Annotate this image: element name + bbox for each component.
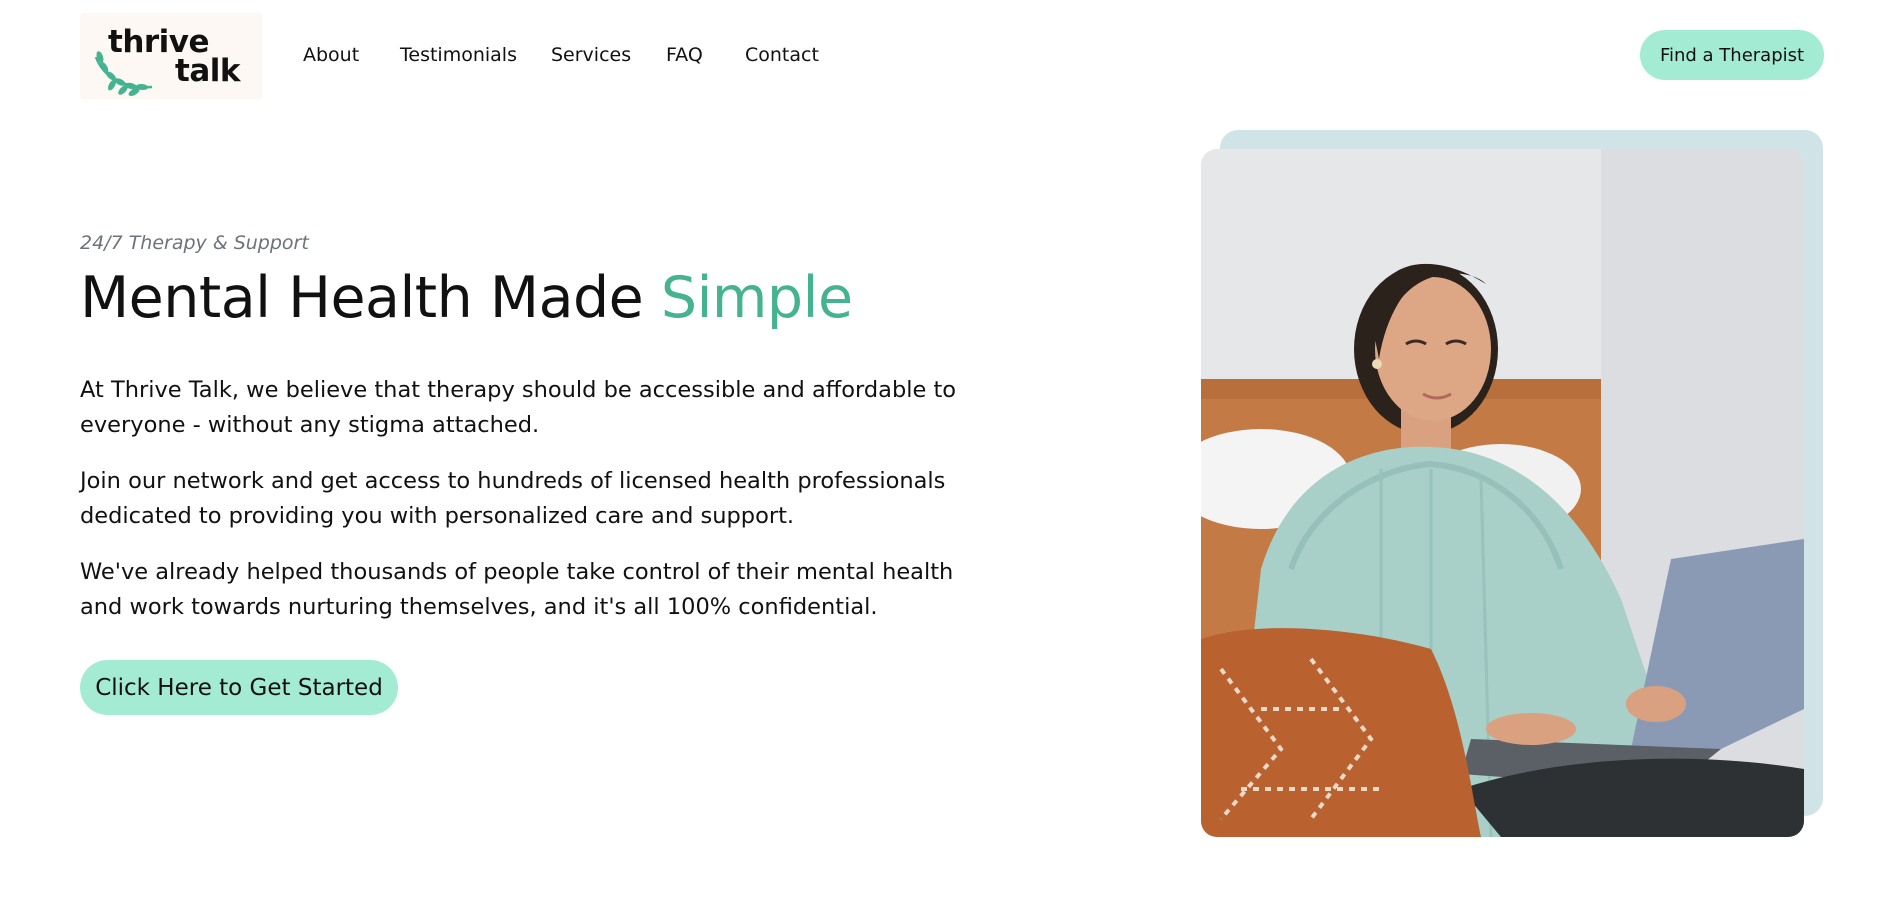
nav-faq[interactable]: FAQ	[666, 44, 703, 66]
hero-paragraph-2: Join our network and get access to hundr…	[80, 468, 946, 529]
site-header: thrive talk About Testimonials Services …	[0, 0, 1891, 112]
nav-services[interactable]: Services	[551, 44, 631, 66]
nav-about[interactable]: About	[303, 44, 359, 66]
nav-contact[interactable]: Contact	[745, 44, 819, 66]
get-started-button[interactable]: Click Here to Get Started	[80, 660, 398, 715]
headline-main: Mental Health Made	[80, 265, 644, 331]
find-therapist-button[interactable]: Find a Therapist	[1640, 30, 1824, 80]
thrive-talk-logo[interactable]: thrive talk	[80, 13, 262, 99]
hero-headline: Mental Health Made Simple	[80, 265, 853, 332]
nav-testimonials[interactable]: Testimonials	[400, 44, 517, 66]
hero-eyebrow: 24/7 Therapy & Support	[80, 232, 309, 254]
hero-paragraph-1: At Thrive Talk, we believe that therapy …	[80, 377, 957, 438]
headline-accent: Simple	[660, 265, 853, 331]
logo-word-talk: talk	[175, 53, 240, 89]
hero-photo	[1201, 149, 1804, 837]
woman-with-laptop-illustration	[1201, 149, 1804, 837]
hero-paragraph-3: We've already helped thousands of people…	[80, 559, 954, 620]
